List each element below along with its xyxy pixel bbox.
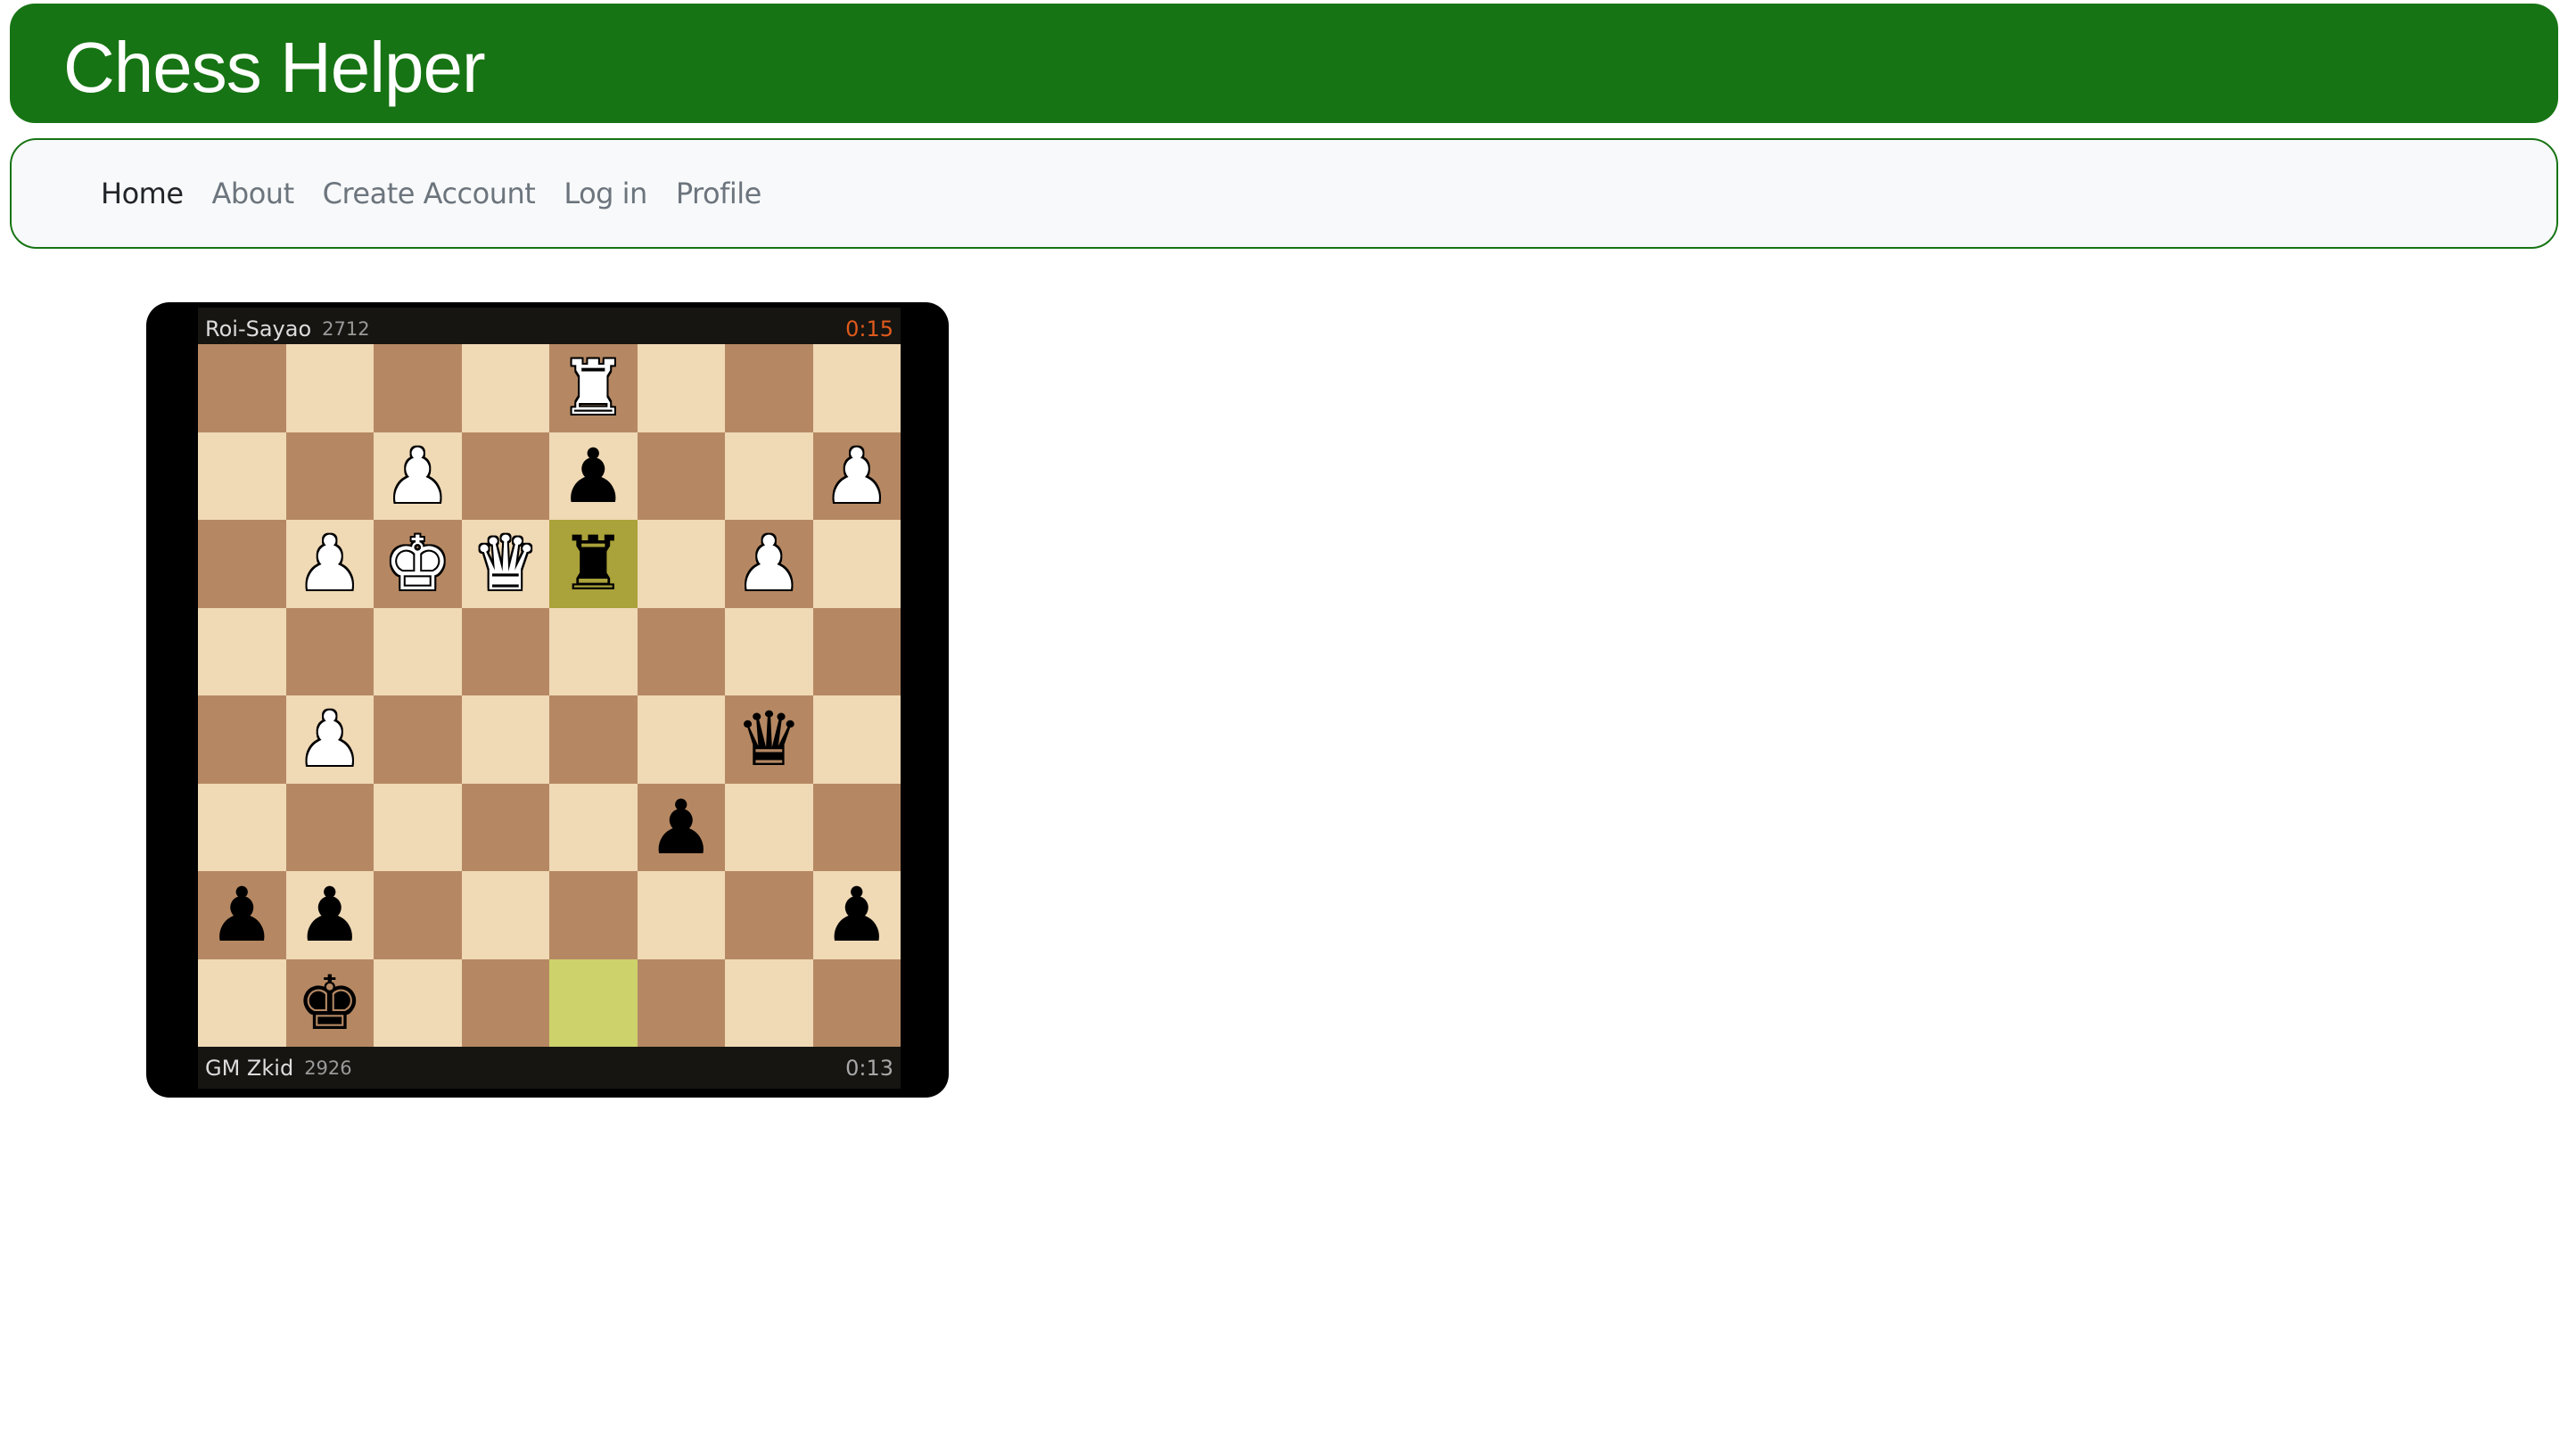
top-player-clock: 0:15 [845,316,893,341]
square-a7[interactable] [198,432,286,520]
square-f4[interactable] [637,695,725,784]
square-c4[interactable] [374,695,462,784]
square-c1[interactable] [374,958,462,1047]
square-a1[interactable] [198,958,286,1047]
square-d5[interactable] [461,607,549,695]
black-rook-icon[interactable]: ♜ [560,526,627,601]
square-e7[interactable]: ♟ [549,432,638,520]
square-f5[interactable] [637,607,725,695]
bottom-player-bar: GM Zkid 2926 0:13 [198,1047,901,1089]
square-h5[interactable] [812,607,901,695]
nav-list: Home About Create Account Log in Profile [101,140,790,247]
square-h1[interactable] [812,958,901,1047]
square-g5[interactable] [725,607,813,695]
white-pawn-icon[interactable]: ♟ [384,439,451,514]
white-pawn-icon[interactable]: ♟ [296,526,363,601]
square-b4[interactable]: ♟ [285,695,374,784]
square-g3[interactable] [725,783,813,871]
bottom-player-rating: 2926 [304,1057,352,1079]
black-pawn-icon[interactable]: ♟ [823,877,890,952]
site-header: Chess Helper [10,4,2558,123]
white-pawn-icon[interactable]: ♟ [823,439,890,514]
square-e2[interactable] [549,871,638,959]
top-player-name[interactable]: Roi-Sayao [205,317,311,341]
white-pawn-icon[interactable]: ♟ [736,526,802,601]
square-d1[interactable] [461,958,549,1047]
square-b2[interactable]: ♟ [285,871,374,959]
square-e6[interactable]: ♜ [549,520,638,608]
nav-link-home[interactable]: Home [101,177,184,210]
square-f2[interactable] [637,871,725,959]
site-title: Chess Helper [63,28,486,107]
square-f6[interactable] [637,520,725,608]
square-h3[interactable] [812,783,901,871]
square-c6[interactable]: ♚ [374,520,462,608]
square-e5[interactable] [549,607,638,695]
square-h8[interactable] [812,344,901,432]
nav-link-about[interactable]: About [212,177,295,210]
square-g7[interactable] [725,432,813,520]
bottom-player-name[interactable]: GM Zkid [205,1056,293,1081]
square-a2[interactable]: ♟ [198,871,286,959]
chess-game-widget: Roi-Sayao 2712 0:15 ♜ ♟ ♟ ♟ ♟ ♚ ♛ ♜ ♟ ♟ ♛ ♟ ♟ ♟ ♟ ♚ GM … [146,302,949,1098]
square-a4[interactable] [198,695,286,784]
square-f1[interactable] [637,958,725,1047]
square-h7[interactable]: ♟ [812,432,901,520]
square-f8[interactable] [637,344,725,432]
square-h6[interactable] [812,520,901,608]
square-b7[interactable] [285,432,374,520]
square-d8[interactable] [461,344,549,432]
square-b6[interactable]: ♟ [285,520,374,608]
square-d4[interactable] [461,695,549,784]
square-a3[interactable] [198,783,286,871]
square-f7[interactable] [637,432,725,520]
square-b1[interactable]: ♚ [285,958,374,1047]
square-g1[interactable] [725,958,813,1047]
black-pawn-icon[interactable]: ♟ [209,877,276,952]
bottom-player-clock: 0:13 [845,1055,893,1081]
black-queen-icon[interactable]: ♛ [736,702,802,777]
square-e1[interactable] [549,958,638,1047]
chess-board[interactable]: ♜ ♟ ♟ ♟ ♟ ♚ ♛ ♜ ♟ ♟ ♛ ♟ ♟ ♟ ♟ ♚ [198,344,901,1047]
square-c2[interactable] [374,871,462,959]
square-c7[interactable]: ♟ [374,432,462,520]
square-a6[interactable] [198,520,286,608]
square-e8[interactable]: ♜ [549,344,638,432]
square-b8[interactable] [285,344,374,432]
square-g8[interactable] [725,344,813,432]
nav-link-log-in[interactable]: Log in [564,177,647,210]
square-f3[interactable]: ♟ [637,783,725,871]
black-king-icon[interactable]: ♚ [296,966,363,1041]
square-d7[interactable] [461,432,549,520]
square-c3[interactable] [374,783,462,871]
black-pawn-icon[interactable]: ♟ [296,877,363,952]
square-e4[interactable] [549,695,638,784]
square-g2[interactable] [725,871,813,959]
white-king-icon[interactable]: ♚ [384,526,451,601]
top-player-bar: Roi-Sayao 2712 0:15 [198,308,901,350]
square-b3[interactable] [285,783,374,871]
square-c5[interactable] [374,607,462,695]
nav-link-profile[interactable]: Profile [676,177,762,210]
square-g6[interactable]: ♟ [725,520,813,608]
square-b5[interactable] [285,607,374,695]
top-player-rating: 2712 [322,317,370,340]
square-g4[interactable]: ♛ [725,695,813,784]
white-queen-icon[interactable]: ♛ [472,526,539,601]
navbar: Home About Create Account Log in Profile [10,138,2558,249]
square-a5[interactable] [198,607,286,695]
nav-link-create-account[interactable]: Create Account [323,177,536,210]
square-h2[interactable]: ♟ [812,871,901,959]
white-rook-icon[interactable]: ♜ [560,350,627,425]
square-d6[interactable]: ♛ [461,520,549,608]
black-pawn-icon[interactable]: ♟ [647,790,714,865]
black-pawn-icon[interactable]: ♟ [560,439,627,514]
square-e3[interactable] [549,783,638,871]
square-h4[interactable] [812,695,901,784]
square-d3[interactable] [461,783,549,871]
square-c8[interactable] [374,344,462,432]
square-a8[interactable] [198,344,286,432]
square-d2[interactable] [461,871,549,959]
white-pawn-icon[interactable]: ♟ [296,702,363,777]
